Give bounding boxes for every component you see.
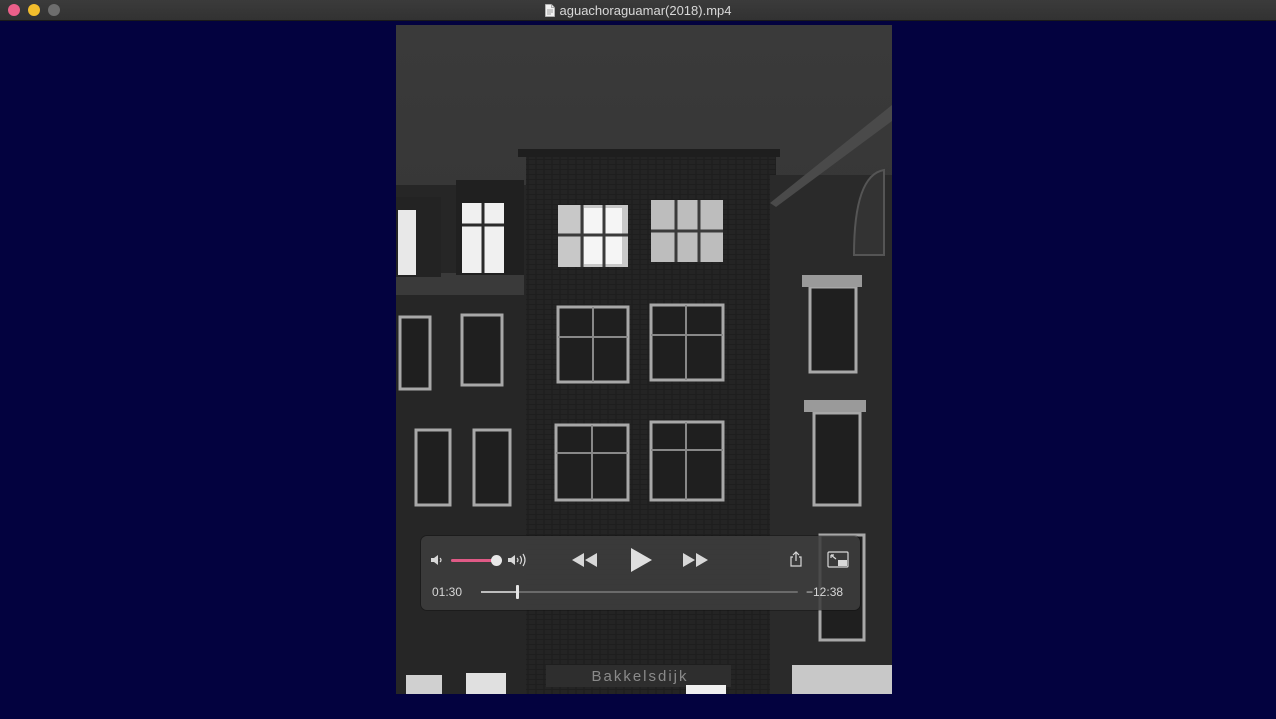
volume-low-icon[interactable] — [430, 553, 444, 567]
volume-high-icon[interactable] — [507, 552, 529, 568]
playhead[interactable] — [515, 585, 519, 599]
window-title: aguachoraguamar(2018).mp4 — [559, 3, 732, 18]
timeline-progress — [481, 591, 517, 593]
document-icon — [544, 4, 555, 17]
elapsed-time: 01:30 — [432, 585, 463, 599]
rewind-icon[interactable] — [571, 551, 599, 569]
fast-forward-icon[interactable] — [681, 551, 709, 569]
storefront-sign: Bakkelsdijk — [591, 668, 688, 685]
volume-slider[interactable] — [451, 555, 502, 566]
timeline-scrubber[interactable] — [481, 585, 798, 599]
volume-fill — [451, 559, 496, 562]
play-icon[interactable] — [627, 546, 655, 574]
volume-knob[interactable] — [491, 555, 502, 566]
share-icon[interactable] — [789, 551, 803, 568]
remaining-time: −12:38 — [806, 585, 844, 599]
picture-in-picture-icon[interactable] — [827, 551, 849, 569]
title-bar: aguachoraguamar(2018).mp4 — [0, 0, 1276, 21]
window-title-group: aguachoraguamar(2018).mp4 — [0, 0, 1276, 21]
